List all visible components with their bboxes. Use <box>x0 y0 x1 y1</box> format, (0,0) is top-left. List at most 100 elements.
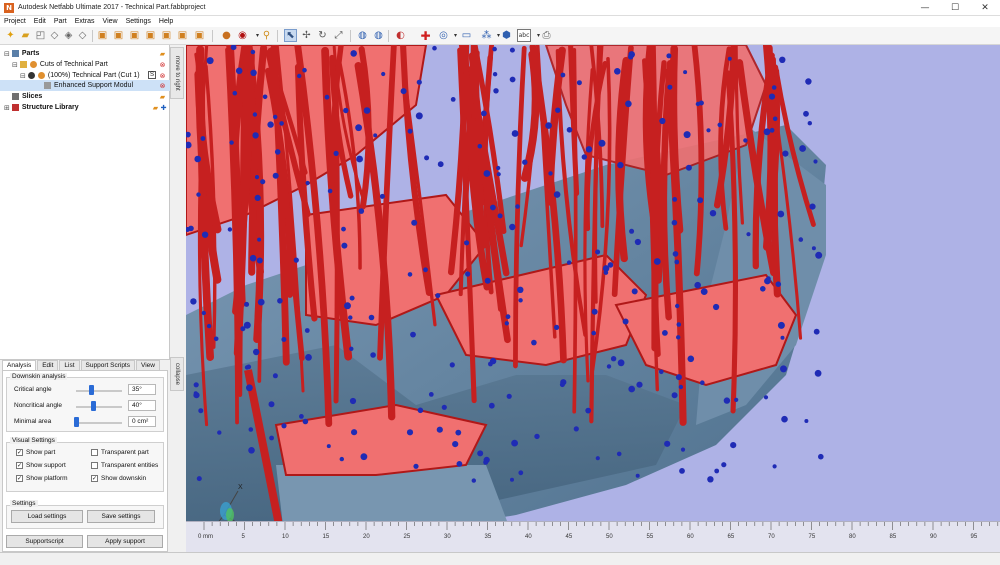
tree-item-slices[interactable]: Slices <box>0 91 170 102</box>
contact-point <box>348 315 353 320</box>
contact-point <box>492 46 497 52</box>
remove-icon[interactable]: ⊗ <box>159 72 166 80</box>
top-view-icon[interactable]: ▣ <box>160 29 173 42</box>
save-settings-button[interactable]: Save settings <box>87 510 155 523</box>
bottom-view-icon[interactable]: ▣ <box>176 29 189 42</box>
folder-add-icon[interactable]: ▰ <box>152 104 159 112</box>
contact-point <box>804 419 809 423</box>
scale-icon[interactable]: ⤢ <box>332 29 345 42</box>
export-icon[interactable]: ◇ <box>76 29 89 42</box>
minimal-area-slider[interactable] <box>74 417 79 427</box>
tree-item-parts[interactable]: ⊟ Parts <box>0 48 170 59</box>
add-support-icon[interactable]: ✚ <box>419 29 432 43</box>
contact-point <box>483 459 489 465</box>
minimal-area-field[interactable]: 0 cm² <box>128 416 156 427</box>
support-strut <box>648 45 659 352</box>
critical-angle-field[interactable]: 35° <box>128 384 156 395</box>
select-icon[interactable]: ⬉ <box>284 29 297 42</box>
expand-icon[interactable]: ⊟ <box>12 61 18 69</box>
open-folder-icon[interactable]: ▰ <box>19 29 32 42</box>
folder-add-icon[interactable]: ▰ <box>159 93 166 101</box>
critical-angle-track[interactable] <box>76 390 122 392</box>
show-part-checkbox[interactable]: ✓ <box>16 449 23 456</box>
new-file-icon[interactable]: ✦ <box>4 29 17 42</box>
left-view-icon[interactable]: ▣ <box>128 29 141 42</box>
menu-view[interactable]: View <box>99 18 122 25</box>
tab-view[interactable]: View <box>135 360 160 370</box>
contact-point <box>484 277 491 284</box>
view-cube-icon[interactable]: ⬢ <box>500 29 513 42</box>
transparent-part-checkbox[interactable] <box>91 449 98 456</box>
minimize-button[interactable]: — <box>910 0 940 16</box>
remove-icon[interactable]: ⊗ <box>159 82 166 90</box>
add-icon[interactable]: ✚ <box>160 104 167 112</box>
search-icon[interactable]: ⚲ <box>260 29 273 42</box>
menu-edit[interactable]: Edit <box>30 18 50 25</box>
tab-support-scripts[interactable]: Support Scripts <box>80 360 135 370</box>
move-to-right-tab[interactable]: move to right <box>170 47 184 99</box>
measure-bar-icon[interactable]: ▭ <box>460 29 473 42</box>
collapse-tab[interactable]: collapse <box>170 357 184 391</box>
noncritical-angle-track[interactable] <box>76 406 122 408</box>
tree-item-cuts[interactable]: ⊟ Cuts of Technical Part <box>0 59 170 70</box>
repair-icon[interactable]: ◍ <box>372 29 385 42</box>
folder-add-icon[interactable]: ▰ <box>159 50 166 58</box>
load-settings-button[interactable]: Load settings <box>11 510 83 523</box>
menu-project[interactable]: Project <box>0 18 30 25</box>
contact-point <box>326 444 331 449</box>
menu-help[interactable]: Help <box>155 18 177 25</box>
front-view-icon[interactable]: ▣ <box>96 29 109 42</box>
texture-icon[interactable]: ◉ <box>236 29 249 42</box>
tree-item-structure-library[interactable]: ⊞ Structure Library <box>0 102 170 113</box>
import-icon[interactable]: ◇ <box>48 29 61 42</box>
contact-point <box>200 136 206 141</box>
menu-extras[interactable]: Extras <box>71 18 99 25</box>
save-icon[interactable]: ◰ <box>34 29 47 42</box>
menu-part[interactable]: Part <box>50 18 71 25</box>
rotate-icon[interactable]: ↻ <box>316 29 329 42</box>
apply-support-button[interactable]: Apply support <box>87 535 163 548</box>
show-platform-checkbox[interactable]: ✓ <box>16 475 23 482</box>
critical-angle-slider[interactable] <box>89 385 95 395</box>
label-icon[interactable]: abc <box>517 29 531 42</box>
measure-icon[interactable]: ◈ <box>62 29 75 42</box>
tab-edit[interactable]: Edit <box>37 360 59 370</box>
contact-point <box>813 159 818 164</box>
settings-title: Settings <box>10 500 38 507</box>
tab-list[interactable]: List <box>59 360 80 370</box>
solid-shade-icon[interactable]: ● <box>220 29 233 42</box>
move-icon[interactable]: ✢ <box>300 29 313 42</box>
3d-viewport[interactable]: X y z <box>186 45 1000 552</box>
right-view-icon[interactable]: ▣ <box>144 29 157 42</box>
colors-icon[interactable]: ◐ <box>394 29 407 42</box>
show-downskin-checkbox[interactable]: ✓ <box>91 475 98 482</box>
part-badge[interactable]: S <box>148 71 156 79</box>
menu-settings[interactable]: Settings <box>122 18 155 25</box>
maximize-button[interactable]: ☐ <box>940 0 970 16</box>
print-icon[interactable]: ⎙ <box>540 29 553 42</box>
tree-item-support-module[interactable]: Enhanced Support Modul <box>0 80 170 91</box>
tab-analysis[interactable]: Analysis <box>2 360 37 370</box>
supportscript-button[interactable]: Supportscript <box>6 535 83 548</box>
ruler-label: 65 <box>727 534 735 540</box>
visibility-icon[interactable] <box>27 72 35 79</box>
contact-point <box>553 191 561 198</box>
ruler-label: 35 <box>484 534 492 540</box>
expand-icon[interactable]: ⊞ <box>4 104 10 112</box>
noncritical-angle-slider[interactable] <box>90 401 96 411</box>
iso-view-icon[interactable]: ▣ <box>193 29 206 42</box>
contact-point <box>253 348 260 356</box>
noncritical-angle-field[interactable]: 40° <box>128 400 156 411</box>
close-button[interactable]: ✕ <box>970 0 1000 16</box>
scene-canvas[interactable]: X y z <box>186 45 1000 552</box>
show-support-checkbox[interactable]: ✓ <box>16 462 23 469</box>
slice-icon[interactable]: ◍ <box>356 29 369 42</box>
minimal-area-track[interactable] <box>76 422 122 424</box>
back-view-icon[interactable]: ▣ <box>112 29 125 42</box>
expand-icon[interactable]: ⊟ <box>20 72 26 80</box>
transparent-entities-checkbox[interactable] <box>91 462 98 469</box>
contact-point <box>206 57 214 65</box>
contact-point <box>674 259 680 265</box>
expand-icon[interactable]: ⊟ <box>4 50 10 58</box>
remove-icon[interactable]: ⊗ <box>159 61 166 69</box>
